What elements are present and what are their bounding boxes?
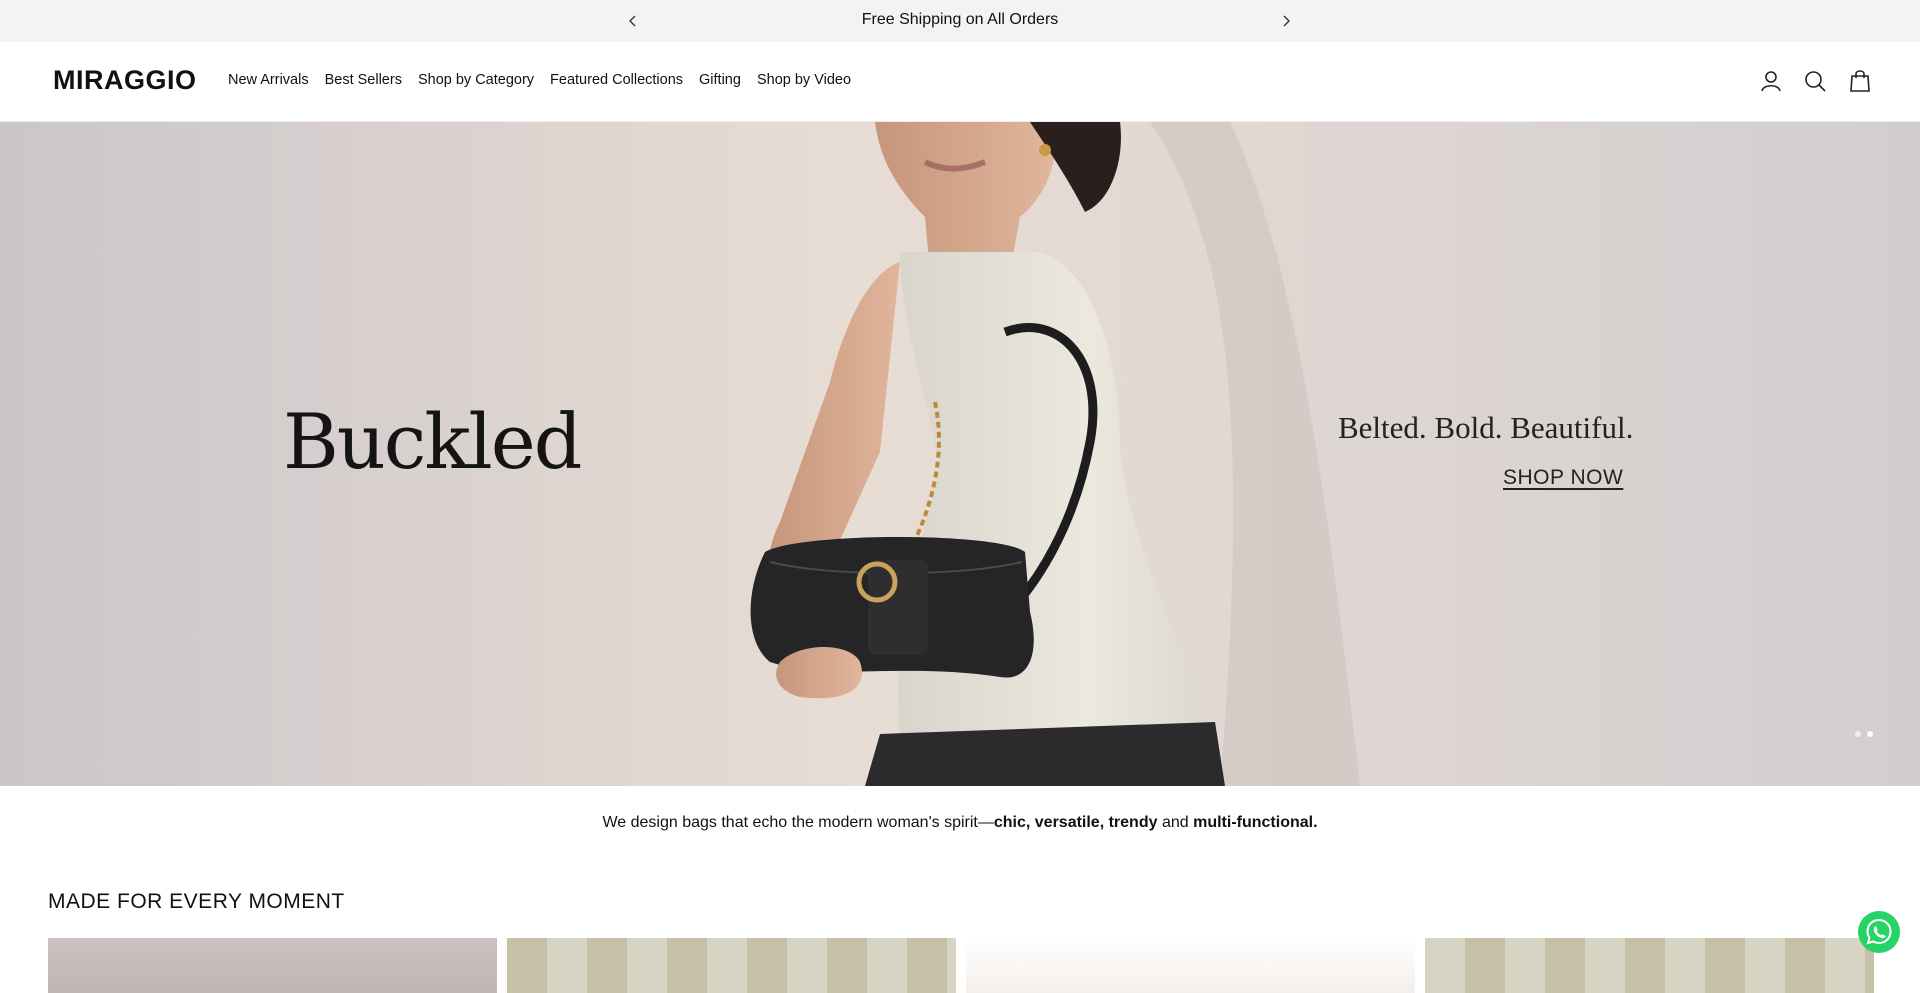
moment-cards bbox=[48, 938, 1874, 993]
bag-icon bbox=[1850, 70, 1870, 92]
hero-banner[interactable]: Buckled Belted. Bold. Beautiful. SHOP NO… bbox=[0, 122, 1920, 786]
announcement-text: Free Shipping on All Orders bbox=[861, 11, 1059, 28]
main-nav: New Arrivals Best Sellers Shop by Catego… bbox=[228, 72, 851, 88]
intro-bold-1: chic, versatile, trendy bbox=[993, 814, 1158, 831]
logo[interactable]: MIRAGGIO bbox=[53, 65, 197, 96]
hero-brand-text: Buckled bbox=[283, 397, 582, 486]
moment-card[interactable] bbox=[507, 938, 956, 993]
site-header: MIRAGGIO New Arrivals Best Sellers Shop … bbox=[0, 42, 1920, 122]
user-icon bbox=[1761, 71, 1781, 92]
whatsapp-chat-button[interactable] bbox=[1858, 911, 1900, 953]
nav-new-arrivals[interactable]: New Arrivals bbox=[228, 72, 309, 88]
moment-card[interactable] bbox=[966, 938, 1415, 993]
slider-dots bbox=[1855, 731, 1873, 737]
announcement-bar: Free Shipping on All Orders bbox=[0, 0, 1920, 42]
moment-card[interactable] bbox=[1425, 938, 1874, 993]
section-title: MADE FOR EVERY MOMENT bbox=[48, 890, 345, 913]
nav-best-sellers[interactable]: Best Sellers bbox=[325, 72, 402, 88]
whatsapp-icon bbox=[1866, 918, 1892, 945]
nav-shop-by-category[interactable]: Shop by Category bbox=[418, 72, 534, 88]
intro-mid: and bbox=[1157, 814, 1194, 831]
nav-featured-collections[interactable]: Featured Collections bbox=[550, 72, 683, 88]
intro-lead: We design bags that echo the modern woma… bbox=[602, 814, 994, 831]
brand-intro: We design bags that echo the modern woma… bbox=[0, 814, 1920, 832]
slider-dot-2[interactable] bbox=[1867, 731, 1873, 737]
search-icon bbox=[1805, 71, 1826, 92]
intro-bold-2: multi-functional. bbox=[1193, 814, 1318, 831]
nav-gifting[interactable]: Gifting bbox=[699, 72, 741, 88]
search-button[interactable] bbox=[1802, 68, 1828, 94]
shop-now-link[interactable]: SHOP NOW bbox=[1503, 466, 1623, 490]
account-button[interactable] bbox=[1758, 68, 1784, 94]
moment-card[interactable] bbox=[48, 938, 497, 993]
nav-shop-by-video[interactable]: Shop by Video bbox=[757, 72, 851, 88]
hero-tagline: Belted. Bold. Beautiful. bbox=[1338, 410, 1634, 445]
announcement-next-button[interactable] bbox=[1275, 10, 1297, 32]
slider-dot-1[interactable] bbox=[1855, 731, 1861, 737]
cart-button[interactable] bbox=[1847, 68, 1873, 94]
chevron-right-icon bbox=[1283, 15, 1290, 27]
